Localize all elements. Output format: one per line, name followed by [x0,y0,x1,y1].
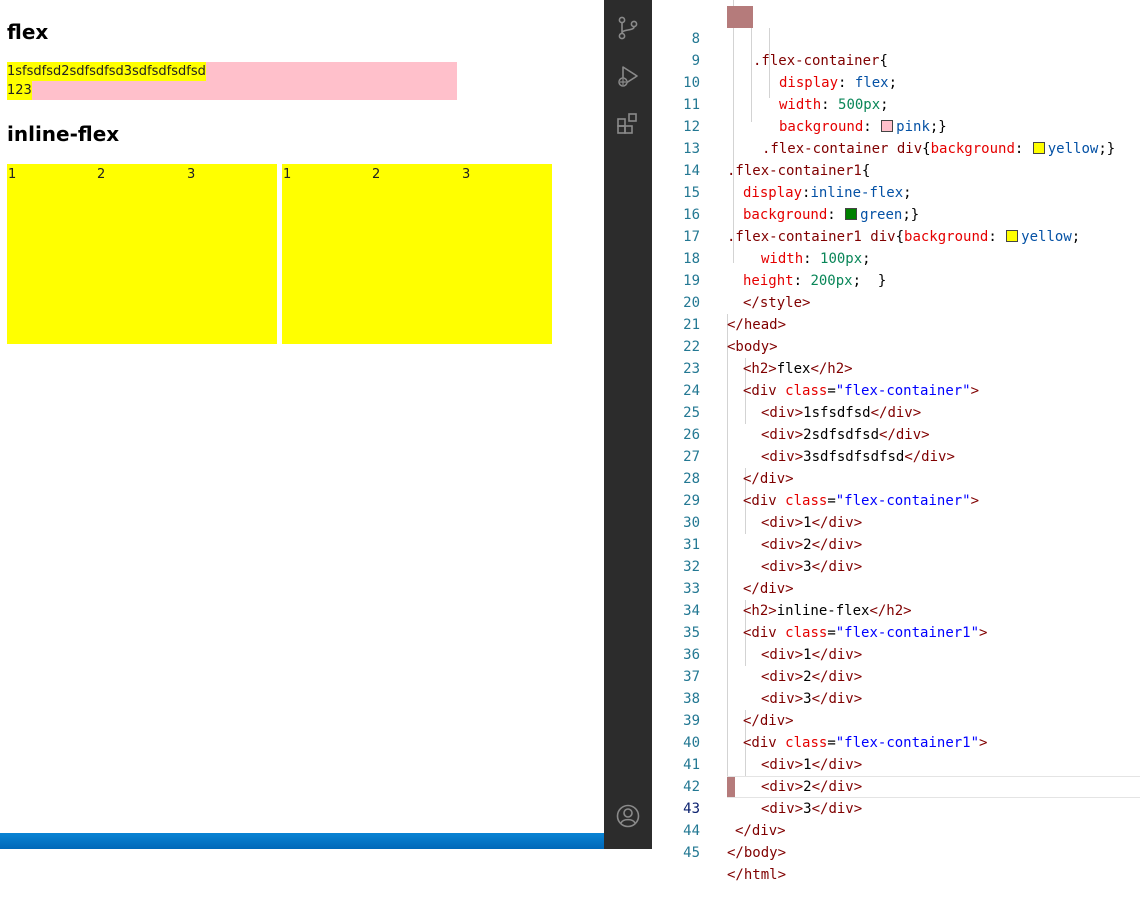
code-line: 21 <body> [652,292,1140,355]
code-line: 19 </style> [652,248,1140,311]
code-line: 14 display:inline-flex; [652,138,1140,201]
code-line: 16 .flex-container1 div{background: yell… [652,182,1140,245]
flex-row-numbers: 123 [7,81,32,100]
inline-cell: 1 [8,167,17,182]
extensions-icon[interactable] [615,111,641,137]
code-text: </body> [727,845,787,861]
code-line: 22 <h2>flex</h2> [652,314,1140,377]
code-line: 35 <div>1</div> [652,600,1140,663]
activity-bar [604,0,652,849]
code-line: 23 <div class="flex-container"> [652,336,1140,399]
code-line: 8 .flex-container{ [652,6,1140,69]
inline-cell: 2 [372,167,381,182]
inline-cell: 1 [283,167,292,182]
flex-container-box: 1sfsdfsd2sdfsdfsd3sdfsdfsdfsd 123 [7,62,457,100]
source-control-icon[interactable] [615,15,641,41]
code-line: 27 </div> [652,424,1140,487]
code-line: 18 height: 200px; } [652,226,1140,289]
preview-heading-flex: flex [7,20,49,44]
inline-flex-box-2: 1 2 3 [282,164,552,344]
line-number: 45 [683,845,700,861]
code-line: 28 <div class="flex-container"> [652,446,1140,509]
code-line: 41 <div>2</div> [652,732,1140,795]
inline-cell: 3 [187,167,196,182]
code-line: 42 <div>3</div> [652,754,1140,817]
code-line: 36 <div>2</div> [652,622,1140,685]
preview-heading-inline-flex: inline-flex [7,122,120,146]
code-line: 20 </head> [652,270,1140,333]
code-line: 17 width: 100px; [652,204,1140,267]
code-line: 12 .flex-container div{background: yello… [652,94,1140,157]
code-line: 11 background: pink;} [652,72,1140,135]
code-line: 26 <div>3sdfsdfsdfsd</div> [652,402,1140,465]
code-line: 45 </html> [652,820,1140,883]
code-line: 40 <div>1</div> [652,710,1140,773]
inline-flex-box-1: 1 2 3 [7,164,277,344]
code-line: 24 <div>1sfsdfsd</div> [652,358,1140,421]
code-line: 33 <h2>inline-flex</h2> [652,556,1140,619]
code-line: 39 <div class="flex-container1"> [652,688,1140,751]
code-line: 31 <div>3</div> [652,512,1140,575]
inline-cell: 2 [97,167,106,182]
code-line: 9 display: flex; [652,28,1140,91]
code-line: 30 <div>2</div> [652,490,1140,553]
inline-cell: 3 [462,167,471,182]
account-icon[interactable] [615,803,641,829]
code-line: 34 <div class="flex-container1"> [652,578,1140,641]
code-line: 37 <div>3</div> [652,644,1140,707]
code-line: 10 width: 500px; [652,50,1140,113]
code-line-current: 43 </div> [652,776,1140,839]
browser-preview: flex 1sfsdfsd2sdfsdfsd3sdfsdfsdfsd 123 i… [0,0,604,849]
code-line: 13 .flex-container1{ [652,116,1140,179]
code-line: 15 background: green;} [652,160,1140,223]
code-line: 38 </div> [652,666,1140,729]
code-line: 32 </div> [652,534,1140,597]
flex-row-text: 1sfsdfsd2sdfsdfsd3sdfsdfsdfsd [7,62,206,81]
code-line: 29 <div>1</div> [652,468,1140,531]
taskbar-strip [0,833,604,849]
code-editor[interactable]: 8 .flex-container{ 9 display: flex; 10 w… [652,0,1140,883]
run-debug-icon[interactable] [615,63,641,89]
code-line: 44 </body> [652,798,1140,861]
code-text: </html> [727,867,787,883]
code-line: 25 <div>2sdfsdfsd</div> [652,380,1140,443]
